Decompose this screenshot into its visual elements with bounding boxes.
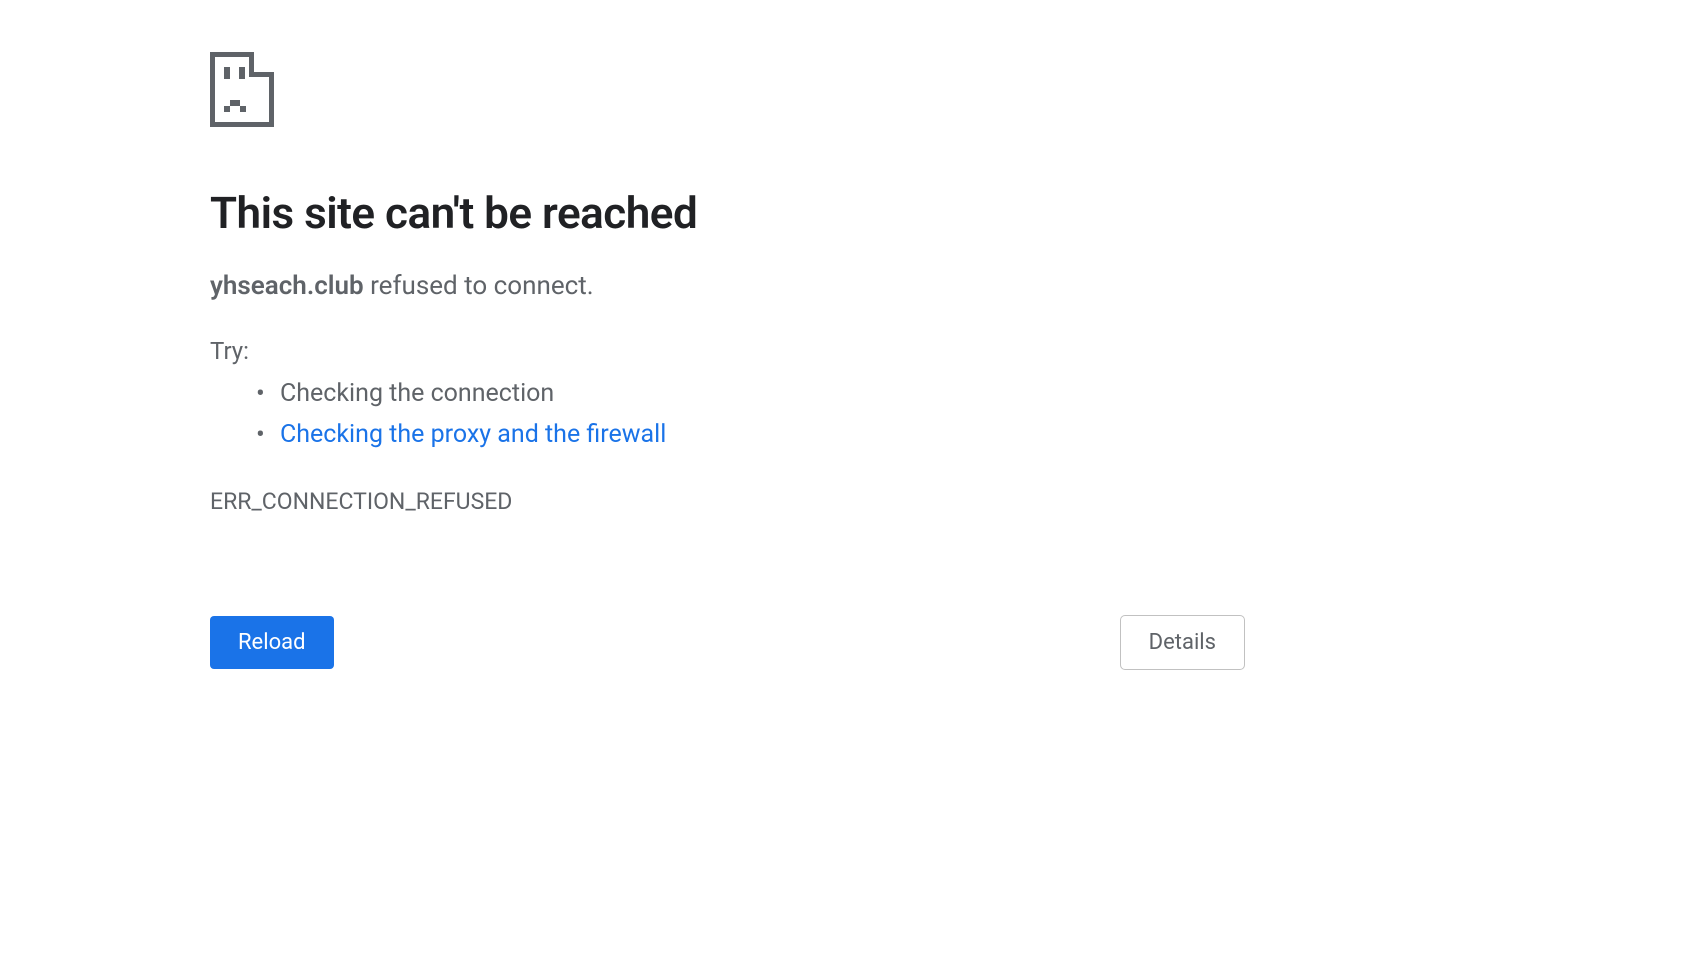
reload-button[interactable]: Reload	[210, 616, 334, 669]
details-button[interactable]: Details	[1120, 615, 1245, 670]
error-domain: yhseach.club	[210, 271, 364, 301]
error-page: This site can't be reached yhseach.club …	[210, 0, 1245, 670]
sad-page-icon	[210, 52, 1245, 127]
error-message: yhseach.club refused to connect.	[210, 271, 1245, 301]
suggestion-item: Checking the proxy and the firewall	[280, 414, 1245, 455]
error-title: This site can't be reached	[210, 187, 1245, 239]
error-message-suffix: refused to connect.	[364, 271, 594, 301]
proxy-firewall-link[interactable]: Checking the proxy and the firewall	[280, 420, 666, 449]
suggestion-item: Checking the connection	[280, 373, 1245, 414]
try-label: Try:	[210, 337, 1245, 365]
button-row: Reload Details	[210, 615, 1245, 670]
error-code: ERR_CONNECTION_REFUSED	[210, 488, 1245, 515]
suggestions-list: Checking the connection Checking the pro…	[210, 373, 1245, 456]
try-section: Try: Checking the connection Checking th…	[210, 337, 1245, 456]
